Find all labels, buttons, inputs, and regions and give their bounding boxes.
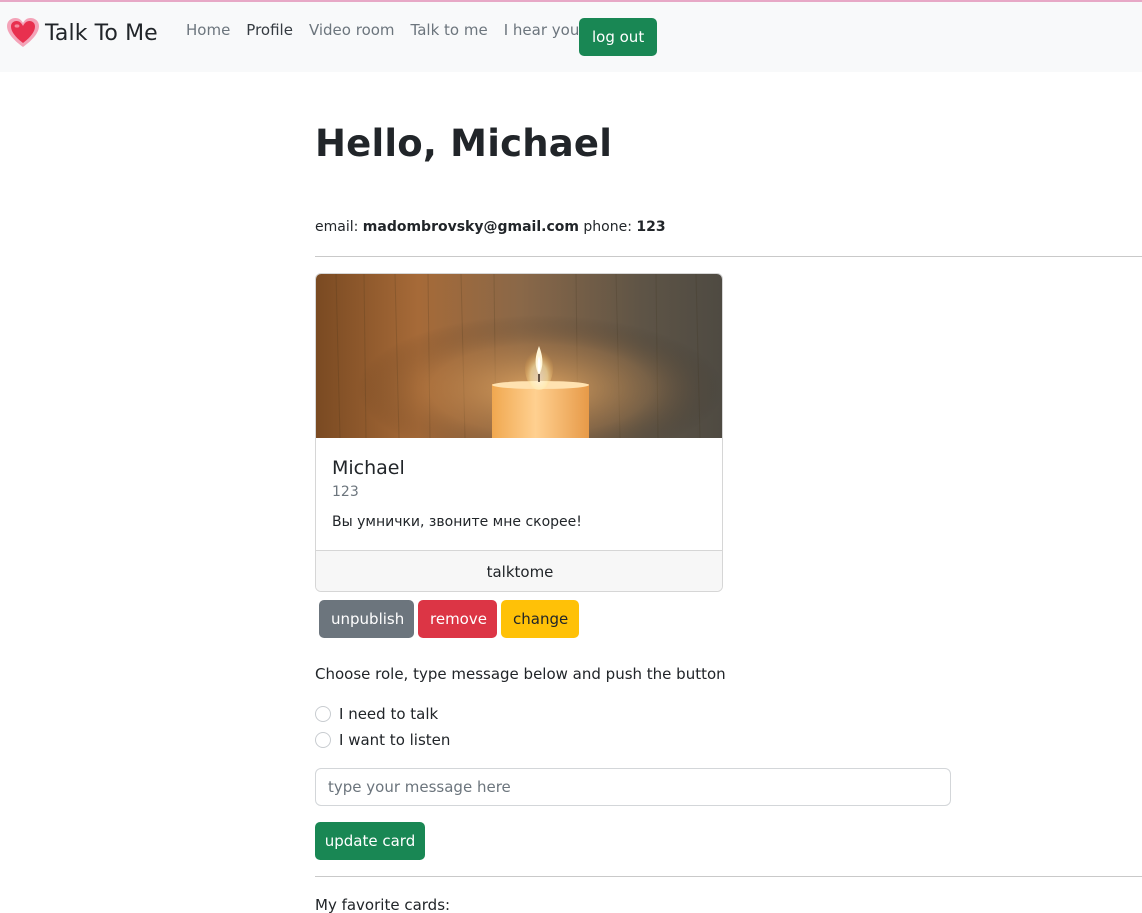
brand-name: Talk To Me bbox=[45, 20, 158, 46]
email-label: email: bbox=[315, 219, 359, 235]
logout-button[interactable]: log out bbox=[579, 18, 658, 56]
profile-card: Michael 123 Вы умнички, звоните мне скор… bbox=[315, 273, 723, 592]
email-value: madombrovsky@gmail.com bbox=[362, 219, 579, 235]
nav-link-video-room[interactable]: Video room bbox=[309, 21, 395, 39]
unpublish-button[interactable]: unpublish bbox=[319, 600, 414, 638]
change-button[interactable]: change bbox=[501, 600, 579, 638]
nav-link-i-hear-you[interactable]: I hear you bbox=[504, 21, 580, 39]
role-option-label: I need to talk bbox=[339, 705, 439, 723]
nav-link-home[interactable]: Home bbox=[186, 21, 230, 39]
phone-value: 123 bbox=[636, 219, 666, 235]
page-title: Hello, Michael bbox=[315, 122, 613, 165]
card-subtitle: 123 bbox=[332, 484, 359, 500]
favorites-heading: My favorite cards: bbox=[315, 896, 451, 913]
card-footer: talktome bbox=[316, 550, 722, 591]
remove-button[interactable]: remove bbox=[418, 600, 497, 638]
card-text: Вы умнички, звоните мне скорее! bbox=[332, 514, 582, 530]
candle-image bbox=[316, 274, 722, 438]
role-option-need-to-talk[interactable]: I need to talk bbox=[315, 705, 438, 723]
nav-link-talk-to-me[interactable]: Talk to me bbox=[411, 21, 488, 39]
update-card-button[interactable]: update card bbox=[315, 822, 425, 860]
brand-link[interactable]: Talk To Me bbox=[6, 17, 158, 49]
message-input[interactable] bbox=[315, 768, 951, 806]
navbar: Talk To Me Home Profile Video room Talk … bbox=[0, 2, 1142, 72]
radio-button[interactable] bbox=[315, 706, 331, 722]
nav-links: Home Profile Video room Talk to me I hea… bbox=[186, 21, 595, 39]
role-option-want-to-listen[interactable]: I want to listen bbox=[315, 731, 450, 749]
form-instructions: Choose role, type message below and push… bbox=[315, 665, 726, 683]
heart-icon bbox=[7, 18, 39, 47]
card-title: Michael bbox=[332, 457, 405, 479]
contact-info: email: madombrovsky@gmail.com phone: 123 bbox=[315, 219, 666, 235]
divider bbox=[315, 876, 1142, 877]
role-option-label: I want to listen bbox=[339, 731, 451, 749]
divider bbox=[315, 256, 1142, 257]
nav-link-profile[interactable]: Profile bbox=[246, 21, 293, 39]
phone-label: phone: bbox=[583, 219, 632, 235]
radio-button[interactable] bbox=[315, 732, 331, 748]
